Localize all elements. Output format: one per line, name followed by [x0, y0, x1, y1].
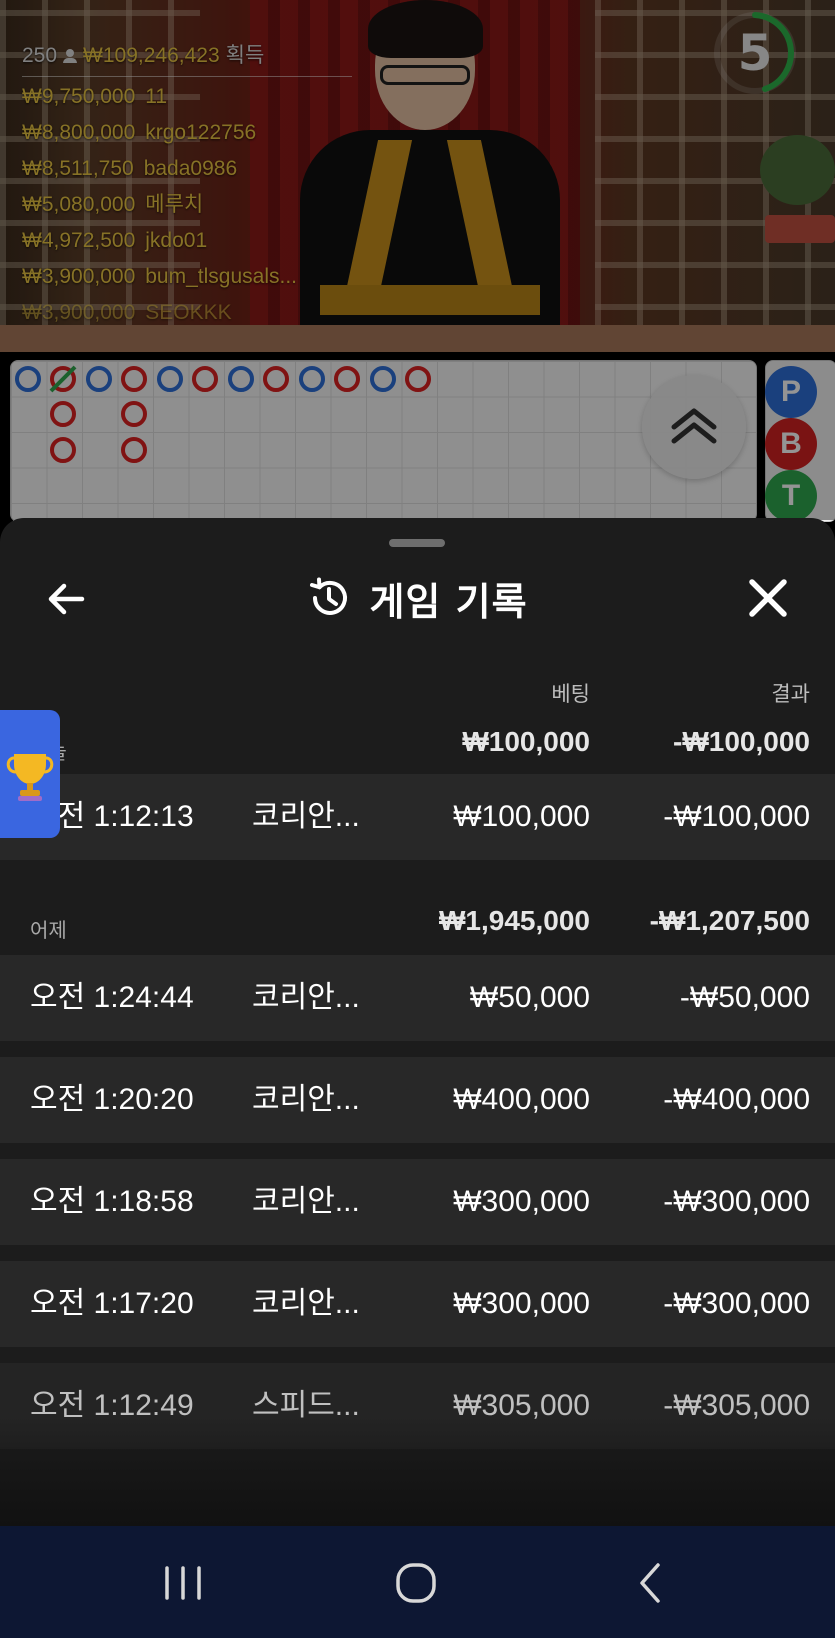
row-game: 코리안...	[252, 1287, 360, 1320]
row-bet: ₩50,000	[469, 981, 590, 1014]
column-header-result: 결과	[771, 682, 810, 706]
row-bet: ₩400,000	[453, 1083, 590, 1116]
row-result: -₩300,000	[663, 1287, 810, 1320]
scroll-fade	[0, 1416, 835, 1526]
trophy-icon	[6, 754, 54, 801]
history-clock-icon	[310, 577, 348, 615]
history-row[interactable]: 오전 1:24:44 코리안... ₩50,000 -₩50,000	[0, 955, 835, 1041]
row-time: 오전 1:20:20	[30, 1083, 194, 1116]
recent-apps-button[interactable]	[143, 1548, 223, 1618]
row-game: 코리안...	[252, 1083, 360, 1116]
close-button[interactable]	[742, 572, 794, 624]
row-bet: ₩300,000	[453, 1185, 590, 1218]
row-bet: ₩300,000	[453, 1287, 590, 1320]
history-row[interactable]: 오전 1:18:58 코리안... ₩300,000 -₩300,000	[0, 1159, 835, 1245]
row-time: 오전 1:24:44	[30, 981, 194, 1014]
row-result: -₩400,000	[663, 1083, 810, 1116]
row-game: 코리안...	[252, 800, 360, 833]
history-row[interactable]: 오전 1:20:20 코리안... ₩400,000 -₩400,000	[0, 1057, 835, 1143]
row-game: 코리안...	[252, 981, 360, 1014]
home-button[interactable]	[376, 1548, 456, 1618]
row-result: -₩100,000	[663, 800, 810, 833]
home-icon	[396, 1563, 436, 1603]
system-nav-bar	[0, 1526, 835, 1638]
close-icon	[749, 579, 787, 617]
drag-handle[interactable]	[389, 539, 445, 547]
dim-overlay	[0, 0, 835, 520]
trophy-tab-button[interactable]	[0, 710, 60, 838]
row-result: -₩50,000	[679, 981, 810, 1014]
row-bet: ₩100,000	[453, 800, 590, 833]
history-row[interactable]: 오전 1:17:20 코리안... ₩300,000 -₩300,000	[0, 1261, 835, 1347]
row-result: -₩300,000	[663, 1185, 810, 1218]
row-game: 코리안...	[252, 1185, 360, 1218]
group-result-total: -₩100,000	[673, 726, 810, 757]
group-bet-total: ₩100,000	[462, 726, 590, 757]
row-time: 오전 1:18:58	[30, 1185, 194, 1218]
sheet-header: 게임 기록	[0, 568, 835, 628]
row-time: 오전 1:17:20	[30, 1287, 194, 1320]
group-label-yesterday: 어제	[30, 918, 67, 942]
history-row[interactable]: 오전 1:12:13 코리안... ₩100,000 -₩100,000	[0, 774, 835, 860]
system-back-button[interactable]	[610, 1548, 690, 1618]
group-bet-total: ₩1,945,000	[439, 905, 590, 936]
game-history-sheet: 게임 기록 베팅 결과 오늘 ₩100,000 -₩100,000 오전 1:1…	[0, 518, 835, 1526]
sheet-title: 게임 기록	[369, 579, 528, 624]
column-header-bet: 베팅	[551, 682, 590, 706]
group-result-total: -₩1,207,500	[649, 905, 810, 936]
chevron-left-icon	[640, 1563, 660, 1603]
recent-apps-icon	[165, 1566, 201, 1600]
